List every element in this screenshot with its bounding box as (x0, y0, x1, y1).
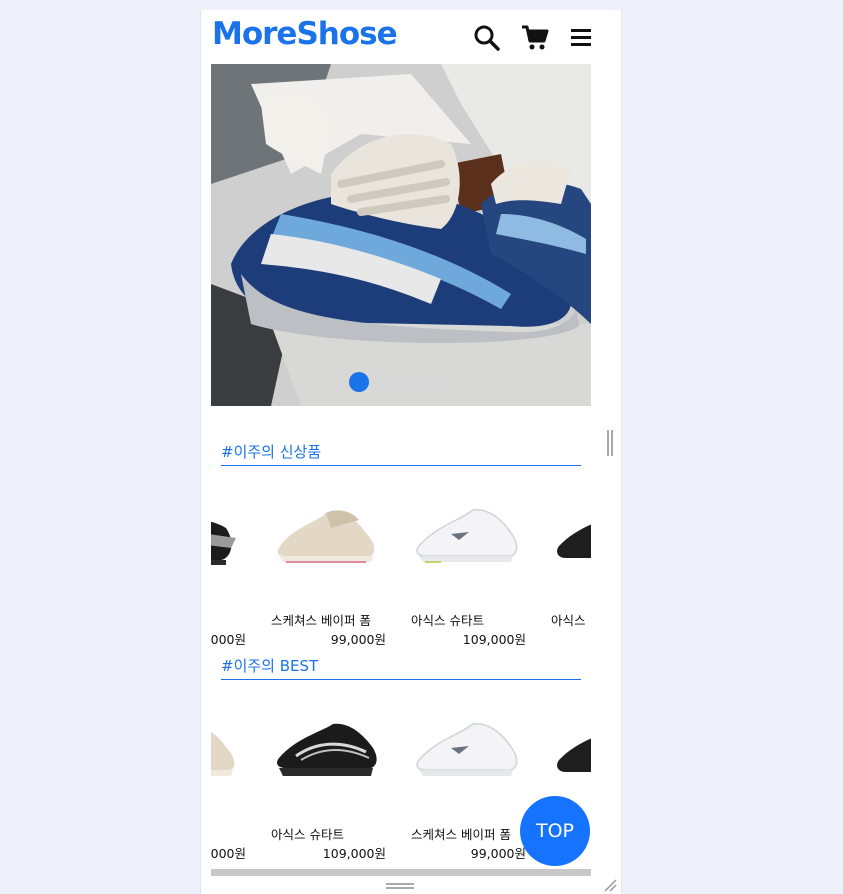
site-logo[interactable]: MoreShose (212, 16, 398, 52)
product-name: 아식스 (551, 613, 586, 628)
mobile-page: MoreShose #이주의 신상품 000원 스케쳐스 베이퍼 폼 99,00… (200, 10, 622, 894)
product-price: 99,000원 (330, 632, 386, 647)
product-image (277, 510, 375, 563)
product-card[interactable]: 아식스 (546, 480, 591, 650)
product-image (211, 521, 236, 565)
product-image (416, 723, 518, 776)
product-price: 109,000원 (322, 846, 386, 861)
product-card[interactable]: 아식스 슈타트 109,000원 (266, 694, 386, 864)
product-name: 아식스 슈타트 (411, 613, 484, 628)
product-card[interactable]: ,000원 (211, 480, 246, 650)
product-card[interactable]: 스케쳐스 베이퍼 폼 99,000원 (406, 694, 526, 864)
product-card[interactable]: ,000원 (211, 694, 246, 864)
product-name: 스케쳐스 베이퍼 폼 (271, 613, 371, 628)
carousel-indicators (211, 372, 591, 396)
scroll-top-button[interactable]: TOP (520, 796, 590, 866)
product-price: ,000원 (211, 632, 246, 647)
carousel-dot[interactable] (405, 372, 425, 392)
product-card[interactable]: 아식스 슈타트 109,000원 (406, 480, 526, 650)
product-price: ,000원 (211, 846, 246, 861)
cart-icon[interactable] (521, 24, 549, 52)
product-name: 스케쳐스 베이퍼 폼 (411, 827, 511, 842)
section-title-new: #이주의 신상품 (221, 441, 581, 466)
hero-sneaker-image (211, 64, 591, 406)
section-title-best: #이주의 BEST (221, 655, 581, 680)
product-row-new[interactable]: ,000원 스케쳐스 베이퍼 폼 99,000원 아식스 슈타트 109,000… (211, 480, 591, 650)
product-image (557, 524, 591, 558)
product-image (277, 723, 377, 776)
horizontal-scrollbar[interactable] (211, 869, 591, 876)
carousel-dot[interactable] (377, 372, 397, 392)
product-image (557, 738, 591, 772)
product-card[interactable]: 스케쳐스 베이퍼 폼 99,000원 (266, 480, 386, 650)
search-icon[interactable] (473, 24, 501, 52)
hero-carousel[interactable] (211, 64, 591, 406)
carousel-dot[interactable] (349, 372, 369, 392)
product-image (211, 732, 235, 776)
product-price: 99,000원 (470, 846, 526, 861)
resize-handle[interactable] (386, 883, 414, 889)
site-header: MoreShose (201, 10, 621, 64)
resize-corner-icon[interactable] (603, 878, 617, 892)
vertical-scroll-handle[interactable] (607, 430, 613, 456)
product-name: 아식스 슈타트 (271, 827, 344, 842)
carousel-dot[interactable] (433, 372, 453, 392)
product-image (416, 509, 518, 563)
product-price: 109,000원 (462, 632, 526, 647)
menu-icon[interactable] (569, 24, 597, 52)
